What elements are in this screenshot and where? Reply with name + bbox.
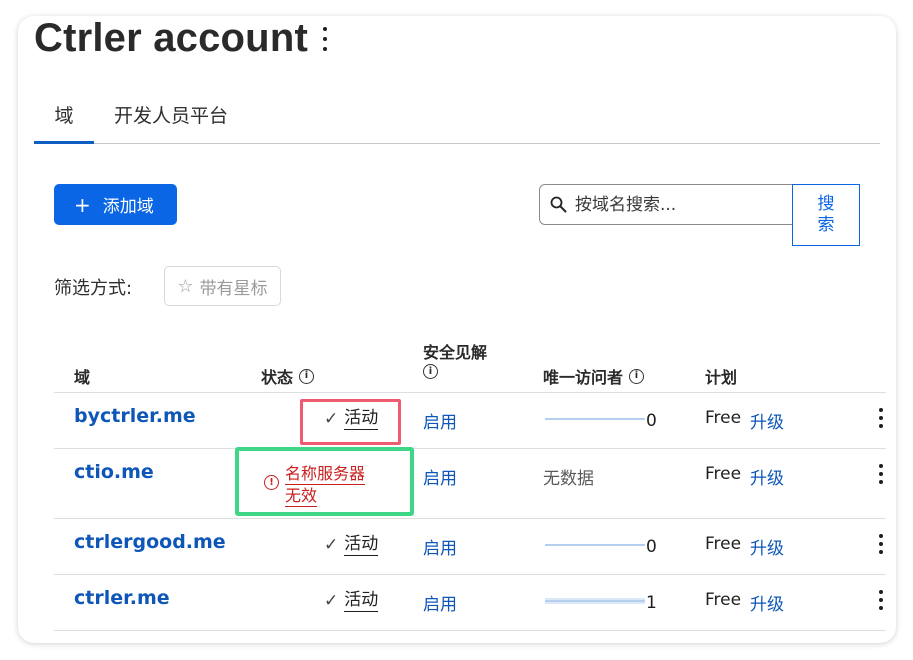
info-icon[interactable]: i xyxy=(629,368,645,384)
add-domain-button[interactable]: + 添加域 xyxy=(54,184,177,225)
column-header-visitors[interactable]: 唯一访问者 i xyxy=(543,364,645,388)
status-active[interactable]: ✓ 活动 xyxy=(324,534,379,556)
security-enable-link[interactable]: 启用 xyxy=(423,464,457,489)
column-header-security-label: 安全见解 xyxy=(423,343,488,362)
plan-name: Free xyxy=(705,590,742,610)
upgrade-link[interactable]: 升级 xyxy=(750,590,784,615)
column-header-domain[interactable]: 域 xyxy=(74,364,90,388)
tab-domains[interactable]: 域 xyxy=(34,92,94,144)
divider xyxy=(54,518,886,519)
account-menu-icon[interactable] xyxy=(320,26,330,51)
plus-icon: + xyxy=(74,192,91,217)
info-icon[interactable]: i xyxy=(423,364,438,379)
column-header-status[interactable]: 状态 i xyxy=(261,364,315,388)
upgrade-link[interactable]: 升级 xyxy=(750,408,784,433)
search-button[interactable]: 搜索 xyxy=(792,184,860,246)
tab-bar: 域 开发人员平台 xyxy=(34,92,880,144)
visitors-sparkline xyxy=(545,542,645,548)
column-header-domain-label: 域 xyxy=(74,368,91,387)
info-icon[interactable]: i xyxy=(299,368,315,384)
domain-link[interactable]: ctrlergood.me xyxy=(74,531,226,553)
security-enable-link[interactable]: 启用 xyxy=(423,590,457,615)
status-label: 活动 xyxy=(344,534,379,556)
domain-link[interactable]: ctio.me xyxy=(74,461,154,483)
title-row: Ctrler account xyxy=(34,16,330,61)
security-enable-link[interactable]: 启用 xyxy=(423,408,457,433)
add-domain-label: 添加域 xyxy=(102,197,154,217)
check-icon: ✓ xyxy=(324,591,339,612)
plan-name: Free xyxy=(705,408,742,428)
visitors-sparkline xyxy=(545,416,645,422)
filter-label: 筛选方式: xyxy=(54,278,133,299)
security-info: i xyxy=(417,364,438,379)
column-header-security[interactable]: 安全见解 xyxy=(423,339,487,363)
plan-name: Free xyxy=(705,464,742,484)
column-header-status-label: 状态 xyxy=(261,368,294,387)
upgrade-link[interactable]: 升级 xyxy=(750,464,784,489)
star-icon: ☆ xyxy=(177,275,194,297)
status-label: 活动 xyxy=(344,590,379,612)
highlight-box-green xyxy=(235,447,414,516)
divider xyxy=(54,574,886,575)
divider xyxy=(54,630,886,631)
search-field[interactable] xyxy=(539,184,795,225)
column-header-visitors-label: 唯一访问者 xyxy=(543,368,624,387)
visitors-count: 1 xyxy=(646,593,657,613)
search-icon xyxy=(550,196,567,213)
plan-name: Free xyxy=(705,534,742,554)
domain-link[interactable]: byctrler.me xyxy=(74,405,196,427)
upgrade-link[interactable]: 升级 xyxy=(750,534,784,559)
security-enable-link[interactable]: 启用 xyxy=(423,534,457,559)
divider xyxy=(54,448,886,449)
starred-filter-label: 带有星标 xyxy=(199,278,268,299)
column-header-plan[interactable]: 计划 xyxy=(705,364,737,388)
tab-developer-platform[interactable]: 开发人员平台 xyxy=(114,92,228,144)
highlight-box-red xyxy=(300,399,401,445)
divider xyxy=(54,392,886,393)
visitors-count: 0 xyxy=(646,411,657,431)
domain-link[interactable]: ctrler.me xyxy=(74,587,170,609)
row-menu-icon[interactable] xyxy=(878,534,884,554)
search-input[interactable] xyxy=(575,194,785,215)
row-menu-icon[interactable] xyxy=(878,590,884,610)
check-icon: ✓ xyxy=(324,535,339,556)
page-title: Ctrler account xyxy=(34,16,308,60)
visitors-sparkline xyxy=(545,598,645,604)
starred-filter-button[interactable]: ☆ 带有星标 xyxy=(164,266,281,306)
visitors-count: 0 xyxy=(646,537,657,557)
column-header-plan-label: 计划 xyxy=(705,368,738,387)
row-menu-icon[interactable] xyxy=(878,464,884,484)
row-menu-icon[interactable] xyxy=(878,408,884,428)
status-active[interactable]: ✓ 活动 xyxy=(324,590,379,612)
visitors-no-data: 无数据 xyxy=(543,469,594,489)
